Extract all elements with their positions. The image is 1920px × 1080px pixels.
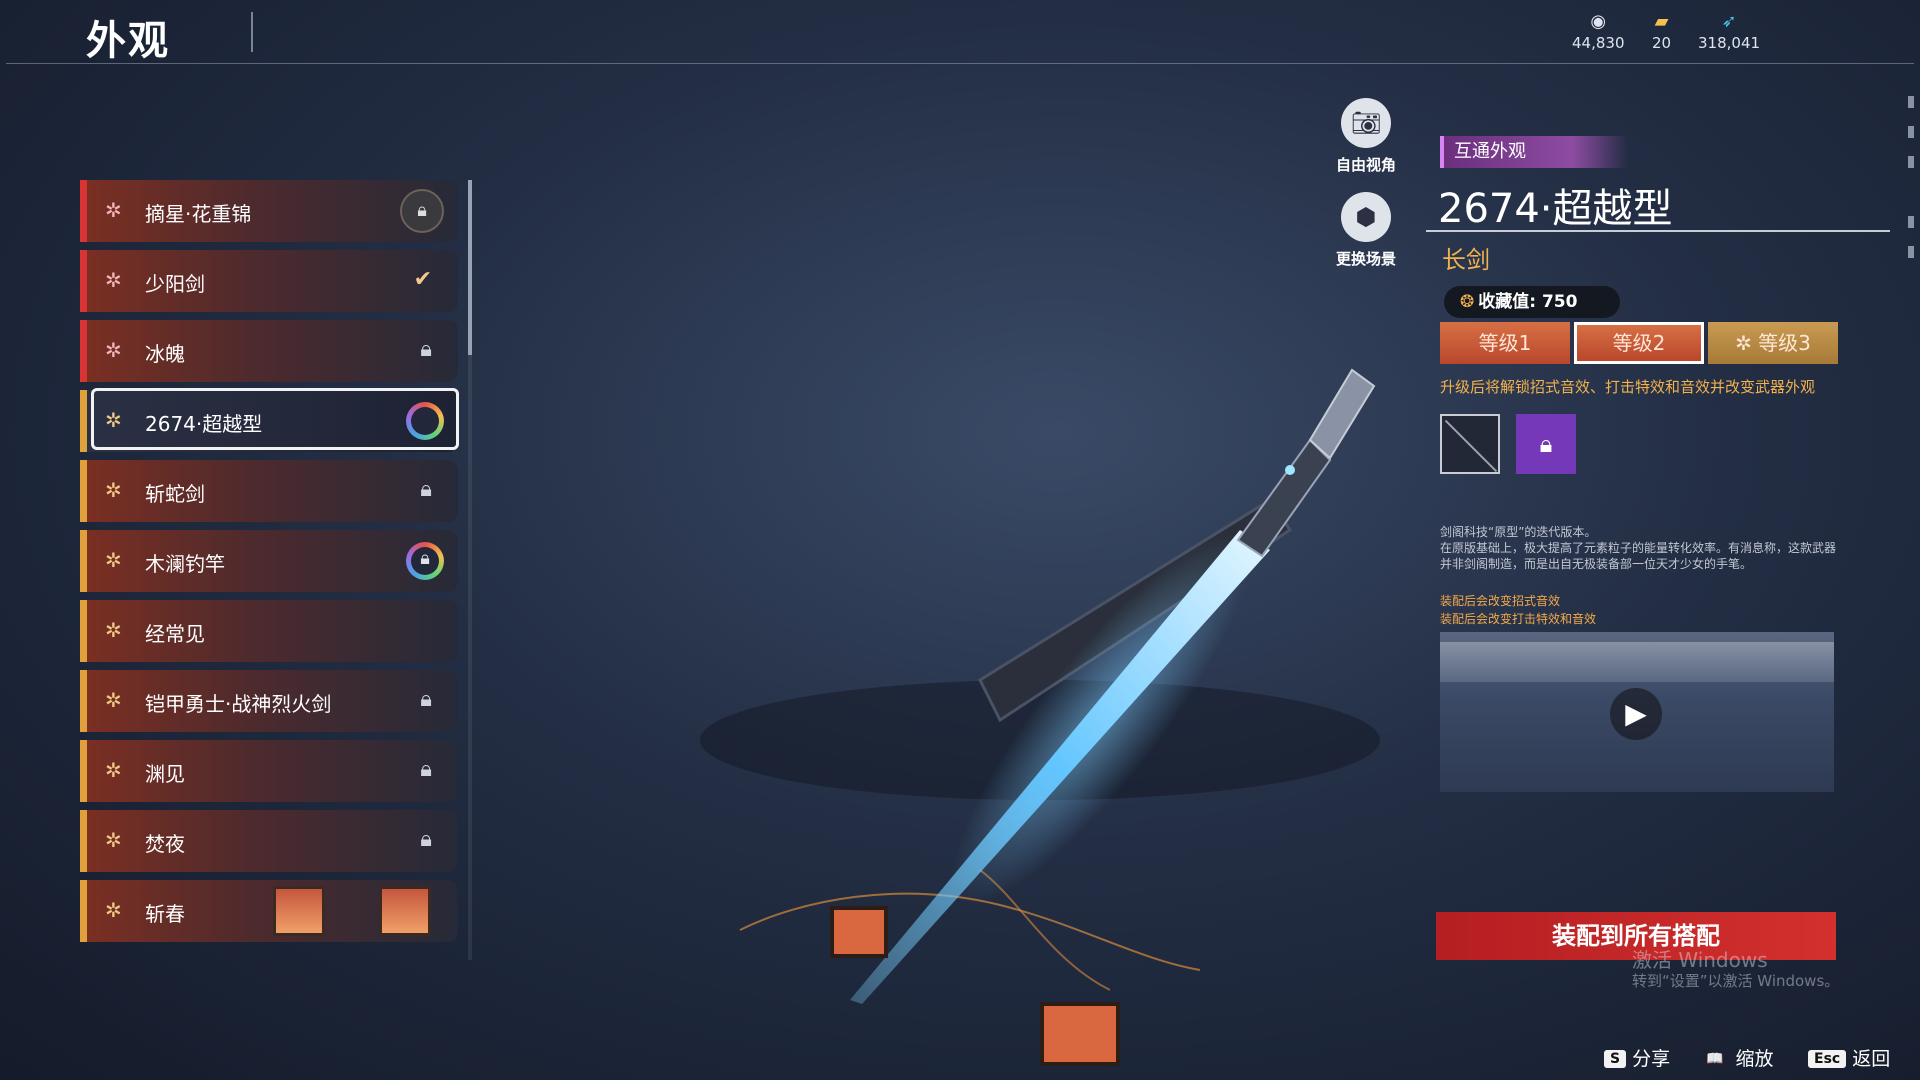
effect-line-1: 装配后会改变招式音效 [1440,594,1561,608]
tier-2-tab[interactable]: 等级2 [1574,322,1704,364]
tier-hint: 升级后将解锁招式音效、打击特效和音效并改变武器外观 [1440,378,1816,396]
tier-3-label: 等级3 [1758,331,1811,355]
rainbow-ring-icon [406,402,444,440]
list-item[interactable]: ✲ 斩春 [80,880,458,942]
lock-icon: 🔒︎ [420,477,432,502]
video-thumbnail [1440,642,1834,682]
item-label: 经常见 [145,622,205,646]
list-scrollbar-thumb[interactable] [468,180,472,355]
rarity-star-icon: ✲ [105,268,122,292]
list-item[interactable]: ✲ 摘星·花重锦 🔒︎ [80,180,458,242]
item-label: 木澜钓竿 [145,552,225,576]
share-label: 分享 [1632,1048,1671,1070]
checkmark-icon: ✔ [413,267,432,292]
rarity-star-icon: ✲ [105,408,122,432]
cube-icon: ⬢ [1341,192,1391,242]
hilt-gem [1285,465,1295,475]
star-icon: ✲ [1735,331,1759,355]
rarity-star-icon: ✲ [105,618,122,642]
lock-icon: 🔒︎ [420,687,432,712]
change-scene-label: 更换场景 [1335,250,1396,268]
play-icon[interactable]: ▶ [1610,688,1662,740]
rarity-star-icon: ✲ [105,548,122,572]
lantern [1040,1002,1120,1066]
weapon-type: 长剑 [1442,246,1490,274]
lock-icon: 🔒︎ [1539,430,1553,458]
empty-slot[interactable] [1440,414,1500,474]
list-item[interactable]: ✲ 渊见 🔒︎ [80,740,458,802]
share-hotkey[interactable]: S 分享 [1604,1044,1670,1071]
item-label: 少阳剑 [145,272,205,296]
item-name: 2674·超越型 [1438,186,1673,232]
weapon-skin-list[interactable]: ✲ 摘星·花重锦 🔒︎ ✲ 少阳剑 ✔ ✲ 冰魄 🔒︎ ✲ 2674·超越型 ✲… [80,180,460,960]
rarity-star-icon: ✲ [105,478,122,502]
windows-watermark-sub: 转到“设置”以激活 Windows。 [1632,972,1840,990]
rarity-star-icon: ✲ [105,198,122,222]
lock-icon: 🔒︎ [420,827,432,852]
list-item-selected[interactable]: ✲ 2674·超越型 [80,388,459,452]
back-hotkey[interactable]: Esc 返回 [1808,1044,1890,1071]
camera-icon: 📷︎ [1341,98,1391,148]
item-description: 剑阁科技“原型”的迭代版本。 在原版基础上，极大提高了元素粒子的能量转化效率。有… [1440,525,1837,571]
zoom-hotkey[interactable]: 📖 缩放 [1700,1044,1773,1071]
lock-icon: 🔒︎ [420,337,432,362]
key-s: S [1604,1050,1627,1068]
locked-slot[interactable]: 🔒︎ [1516,414,1576,474]
back-label: 返回 [1852,1048,1891,1070]
tier-1-tab[interactable]: 等级1 [1440,322,1570,364]
lock-icon: 🔒︎ [400,189,444,233]
sword-pommel [1308,368,1376,460]
windows-watermark: 激活 Windows [1632,948,1768,972]
rarity-star-icon: ✲ [105,898,122,922]
free-view-button[interactable]: 📷︎ 自由视角 [1316,98,1416,175]
item-label: 斩蛇剑 [145,482,205,506]
list-item[interactable]: ✲ 木澜钓竿 🔒︎ [80,530,458,592]
item-label: 2674·超越型 [145,412,263,436]
collection-text: 收藏值: 750 [1478,292,1578,312]
item-label: 铠甲勇士·战神烈火剑 [145,692,332,716]
list-item[interactable]: ✲ 冰魄 🔒︎ [80,320,458,382]
list-item[interactable]: ✲ 铠甲勇士·战神烈火剑 🔒︎ [80,670,458,732]
free-view-label: 自由视角 [1335,156,1396,174]
ground-crack [739,892,1201,971]
rarity-star-icon: ✲ [105,828,122,852]
zoom-label: 缩放 [1735,1048,1774,1070]
item-label: 焚夜 [145,832,185,856]
list-item[interactable]: ✲ 少阳剑 ✔ [80,250,458,312]
preview-video[interactable]: ▶ [1440,632,1834,792]
item-label: 斩春 [145,902,185,926]
item-label: 渊见 [145,762,185,786]
crossplay-tag: 互通外观 [1440,136,1628,168]
effect-line-2: 装配后会改变打击特效和音效 [1440,612,1597,626]
list-item[interactable]: ✲ 斩蛇剑 🔒︎ [80,460,458,522]
collection-icon: ❂ [1460,292,1475,312]
lantern-icon [379,886,431,936]
item-label: 冰魄 [145,342,185,366]
rarity-star-icon: ✲ [105,688,122,712]
lantern [830,906,888,958]
lock-icon: 🔒︎ [420,757,432,782]
lantern-icon [273,886,325,936]
sword-hilt [1236,438,1332,558]
name-divider [1426,230,1890,232]
rainbow-ring-lock-icon: 🔒︎ [406,542,444,580]
rarity-star-icon: ✲ [105,758,122,782]
list-item[interactable]: ✲ 经常见 [80,600,458,662]
list-item[interactable]: ✲ 焚夜 🔒︎ [80,810,458,872]
change-scene-button[interactable]: ⬢ 更换场景 [1316,192,1416,269]
rarity-star-icon: ✲ [105,338,122,362]
key-esc: Esc [1808,1050,1847,1068]
item-label: 摘星·花重锦 [145,202,252,226]
tier-3-tab[interactable]: ✲ 等级3 [1708,322,1838,364]
collection-value: ❂ 收藏值: 750 [1444,286,1620,318]
book-icon: 📖 [1706,1051,1724,1067]
